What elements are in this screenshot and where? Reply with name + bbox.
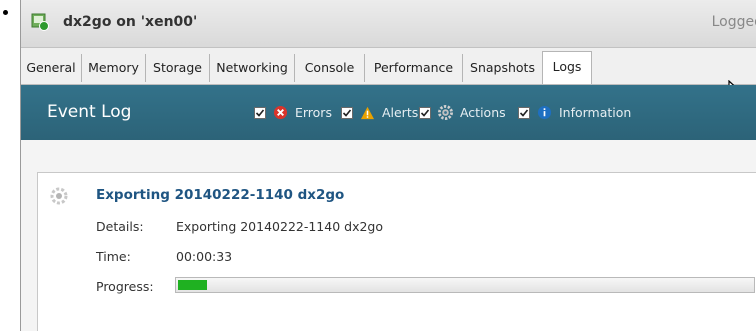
tab-console[interactable]: Console <box>294 54 364 82</box>
event-log-header: Event Log Errors Alerts Actions Informat… <box>21 85 756 140</box>
filter-errors-label: Errors <box>294 105 332 120</box>
checkbox-icon[interactable] <box>419 106 431 119</box>
time-row: Time: 00:00:33 <box>96 249 232 264</box>
progress-label: Progress: <box>96 279 154 294</box>
alert-icon <box>360 106 375 119</box>
tab-general[interactable]: General <box>21 54 81 82</box>
filter-alerts[interactable]: Alerts <box>341 104 418 122</box>
tab-snapshots[interactable]: Snapshots <box>462 54 542 82</box>
progress-fill <box>178 280 207 290</box>
progress-row: Progress: <box>96 277 755 294</box>
details-row: Details: Exporting 20140222-1140 dx2go <box>96 219 383 234</box>
window-title: dx2go on 'xen00' <box>63 14 198 30</box>
filter-actions-label: Actions <box>459 105 506 120</box>
progress-bar <box>175 277 755 293</box>
vm-icon <box>31 13 49 31</box>
filter-information-label: Information <box>558 105 632 120</box>
gear-icon <box>437 105 453 120</box>
list-bullet <box>3 10 8 15</box>
checkbox-icon[interactable] <box>254 106 266 119</box>
details-value: Exporting 20140222-1140 dx2go <box>176 219 384 234</box>
error-icon <box>273 105 288 120</box>
filter-errors[interactable]: Errors <box>254 104 332 122</box>
filter-actions[interactable]: Actions <box>419 104 506 122</box>
filter-alerts-label: Alerts <box>381 105 419 120</box>
logged-in-status: Logged <box>711 14 756 30</box>
info-icon <box>537 105 552 120</box>
tab-strip: General Memory Storage Networking Consol… <box>21 48 756 85</box>
filter-information[interactable]: Information <box>518 104 631 122</box>
title-bar: dx2go on 'xen00' Logged <box>21 0 756 48</box>
checkbox-icon[interactable] <box>341 106 353 119</box>
event-title: Exporting 20140222-1140 dx2go <box>96 187 345 203</box>
tab-networking[interactable]: Networking <box>209 54 294 82</box>
time-value: 00:00:33 <box>176 249 233 264</box>
tab-logs[interactable]: Logs <box>542 51 592 84</box>
details-label: Details: <box>96 219 144 234</box>
tab-performance[interactable]: Performance <box>364 54 462 82</box>
checkbox-icon[interactable] <box>518 106 530 119</box>
event-item: Exporting 20140222-1140 dx2go Details: E… <box>37 172 756 331</box>
tab-storage[interactable]: Storage <box>145 54 209 82</box>
tab-memory[interactable]: Memory <box>81 54 145 82</box>
event-list: Exporting 20140222-1140 dx2go Details: E… <box>21 140 756 331</box>
time-label: Time: <box>96 249 131 264</box>
spinner-icon <box>50 187 68 205</box>
event-log-title: Event Log <box>47 102 132 122</box>
vm-window: dx2go on 'xen00' Logged General Memory S… <box>20 0 756 331</box>
